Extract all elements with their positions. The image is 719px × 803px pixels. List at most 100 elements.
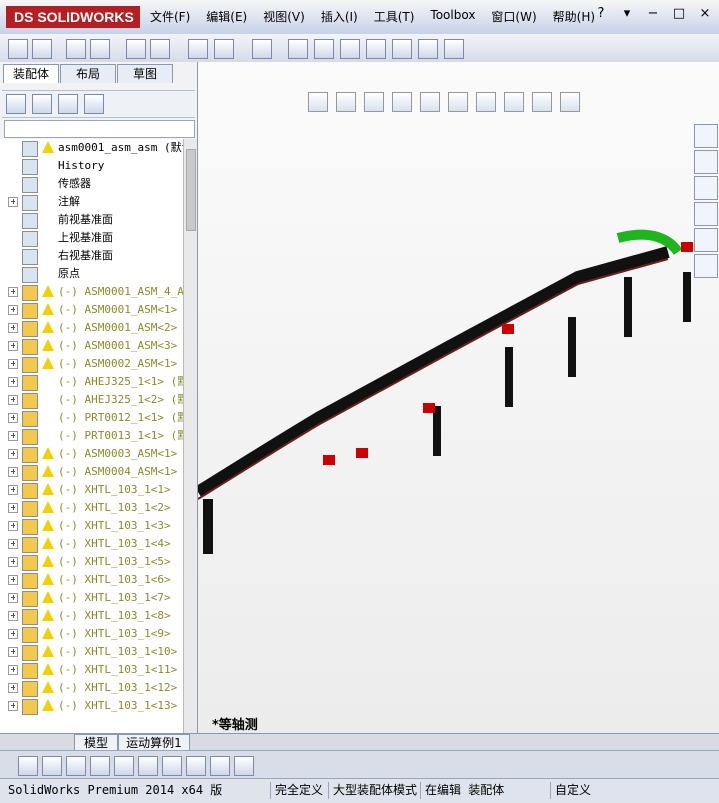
maximize-icon[interactable]: □ [671, 6, 687, 21]
tree-filter[interactable] [4, 120, 195, 138]
reference-icon[interactable] [252, 39, 272, 59]
expand-icon[interactable] [8, 287, 18, 297]
featuremanager-icon[interactable] [6, 94, 26, 114]
expand-icon[interactable] [8, 305, 18, 315]
graphics-area[interactable]: *等轴测 [194, 62, 719, 733]
dropdown-icon[interactable]: ▾ [619, 6, 635, 21]
rebuild-icon[interactable] [314, 39, 334, 59]
open-icon[interactable] [32, 39, 52, 59]
displaymanager-icon[interactable] [84, 94, 104, 114]
toolbar-icon[interactable] [18, 756, 38, 776]
tree-row[interactable]: (-) PRT0012_1<1> (默认< [0, 409, 183, 427]
toolbar-icon[interactable] [42, 756, 62, 776]
expand-icon[interactable] [8, 683, 18, 693]
toolbar-icon[interactable] [114, 756, 134, 776]
component-icon[interactable] [150, 39, 170, 59]
tree-row[interactable]: (-) ASM0003_ASM<1> [0, 445, 183, 463]
move-component-icon[interactable] [366, 39, 386, 59]
tree-row[interactable]: 右视基准面 [0, 247, 183, 265]
tree-row[interactable]: 原点 [0, 265, 183, 283]
expand-icon[interactable] [8, 485, 18, 495]
hide-show-icon[interactable] [476, 92, 496, 112]
toolbar-icon[interactable] [234, 756, 254, 776]
tree-row[interactable]: (-) XHTL_103_1<11> [0, 661, 183, 679]
tree-row[interactable]: 注解 [0, 193, 183, 211]
expand-icon[interactable] [8, 413, 18, 423]
zoom-to-area-icon[interactable] [336, 92, 356, 112]
expand-icon[interactable] [8, 701, 18, 711]
toolbar-icon[interactable] [66, 756, 86, 776]
pattern-icon[interactable] [214, 39, 234, 59]
tree-row[interactable]: (-) XHTL_103_1<13> [0, 697, 183, 715]
zoom-to-fit-icon[interactable] [308, 92, 328, 112]
toolbar-icon[interactable] [210, 756, 230, 776]
design-library-icon[interactable] [694, 150, 718, 174]
tree-row[interactable]: (-) XHTL_103_1<2> [0, 499, 183, 517]
tree-row[interactable]: History [0, 157, 183, 175]
tree-row[interactable]: 传感器 [0, 175, 183, 193]
expand-icon[interactable] [8, 395, 18, 405]
attach-icon[interactable] [66, 39, 86, 59]
tree-row[interactable]: (-) ASM0001_ASM<1> [0, 301, 183, 319]
explode-icon[interactable] [188, 39, 208, 59]
tree-row[interactable]: 前视基准面 [0, 211, 183, 229]
expand-icon[interactable] [8, 377, 18, 387]
expand-icon[interactable] [8, 665, 18, 675]
expand-icon[interactable] [8, 593, 18, 603]
expand-icon[interactable] [8, 575, 18, 585]
tree-row[interactable]: (-) ASM0001_ASM<2> [0, 319, 183, 337]
tree-row[interactable]: (-) XHTL_103_1<4> [0, 535, 183, 553]
tab-sketch[interactable]: 草图 [117, 64, 173, 83]
toolbar-icon[interactable] [162, 756, 182, 776]
toolbar-icon[interactable] [138, 756, 158, 776]
scroll-thumb[interactable] [186, 149, 196, 231]
menu-toolbox[interactable]: Toolbox [430, 8, 475, 25]
new-icon[interactable] [8, 39, 28, 59]
toolbar-icon[interactable] [186, 756, 206, 776]
tree-row[interactable]: (-) ASM0001_ASM_4_ASM [0, 283, 183, 301]
appearances-icon[interactable] [694, 228, 718, 252]
expand-icon[interactable] [8, 431, 18, 441]
tree-row[interactable]: (-) XHTL_103_1<12> [0, 679, 183, 697]
expand-icon[interactable] [8, 539, 18, 549]
expand-icon[interactable] [8, 197, 18, 207]
section-view-icon[interactable] [392, 92, 412, 112]
tree-row[interactable]: (-) XHTL_103_1<6> [0, 571, 183, 589]
tree-row[interactable]: (-) ASM0004_ASM<1> [0, 463, 183, 481]
menu-window[interactable]: 窗口(W) [491, 8, 536, 25]
expand-icon[interactable] [8, 503, 18, 513]
menu-file[interactable]: 文件(F) [150, 8, 190, 25]
menu-tools[interactable]: 工具(T) [374, 8, 415, 25]
tree-row[interactable]: (-) XHTL_103_1<1> [0, 481, 183, 499]
tree-row[interactable]: (-) XHTL_103_1<8> [0, 607, 183, 625]
status-custom[interactable]: 自定义 [550, 782, 591, 799]
previous-view-icon[interactable] [364, 92, 384, 112]
configurationmanager-icon[interactable] [58, 94, 78, 114]
expand-icon[interactable] [8, 647, 18, 657]
smart-fastener-icon[interactable] [392, 39, 412, 59]
menu-insert[interactable]: 插入(I) [321, 8, 358, 25]
tree-row[interactable]: 上视基准面 [0, 229, 183, 247]
custom-properties-icon[interactable] [694, 254, 718, 278]
menu-help[interactable]: 帮助(H) [553, 8, 595, 25]
tree-row[interactable]: (-) XHTL_103_1<9> [0, 625, 183, 643]
expand-icon[interactable] [8, 611, 18, 621]
minimize-icon[interactable]: − [645, 6, 661, 21]
tab-assembly[interactable]: 装配体 [3, 64, 59, 83]
expand-icon[interactable] [8, 521, 18, 531]
expand-icon[interactable] [8, 557, 18, 567]
toolbar-icon[interactable] [90, 756, 110, 776]
home-icon[interactable] [694, 124, 718, 148]
tree-vertical-scrollbar[interactable] [183, 139, 197, 773]
screen-capture-icon[interactable] [444, 39, 464, 59]
propertymanager-icon[interactable] [32, 94, 52, 114]
tree-row[interactable]: (-) XHTL_103_1<5> [0, 553, 183, 571]
tree-row[interactable]: (-) ASM0001_ASM<3> [0, 337, 183, 355]
menu-view[interactable]: 视图(V) [263, 8, 305, 25]
assembly-icon[interactable] [90, 39, 110, 59]
close-icon[interactable]: × [697, 6, 713, 21]
edit-component-icon[interactable] [340, 39, 360, 59]
tree-row[interactable]: (-) AHEJ325_1<2> (默认< [0, 391, 183, 409]
toolbox-icon[interactable] [418, 39, 438, 59]
tree-row[interactable]: (-) ASM0002_ASM<1> [0, 355, 183, 373]
